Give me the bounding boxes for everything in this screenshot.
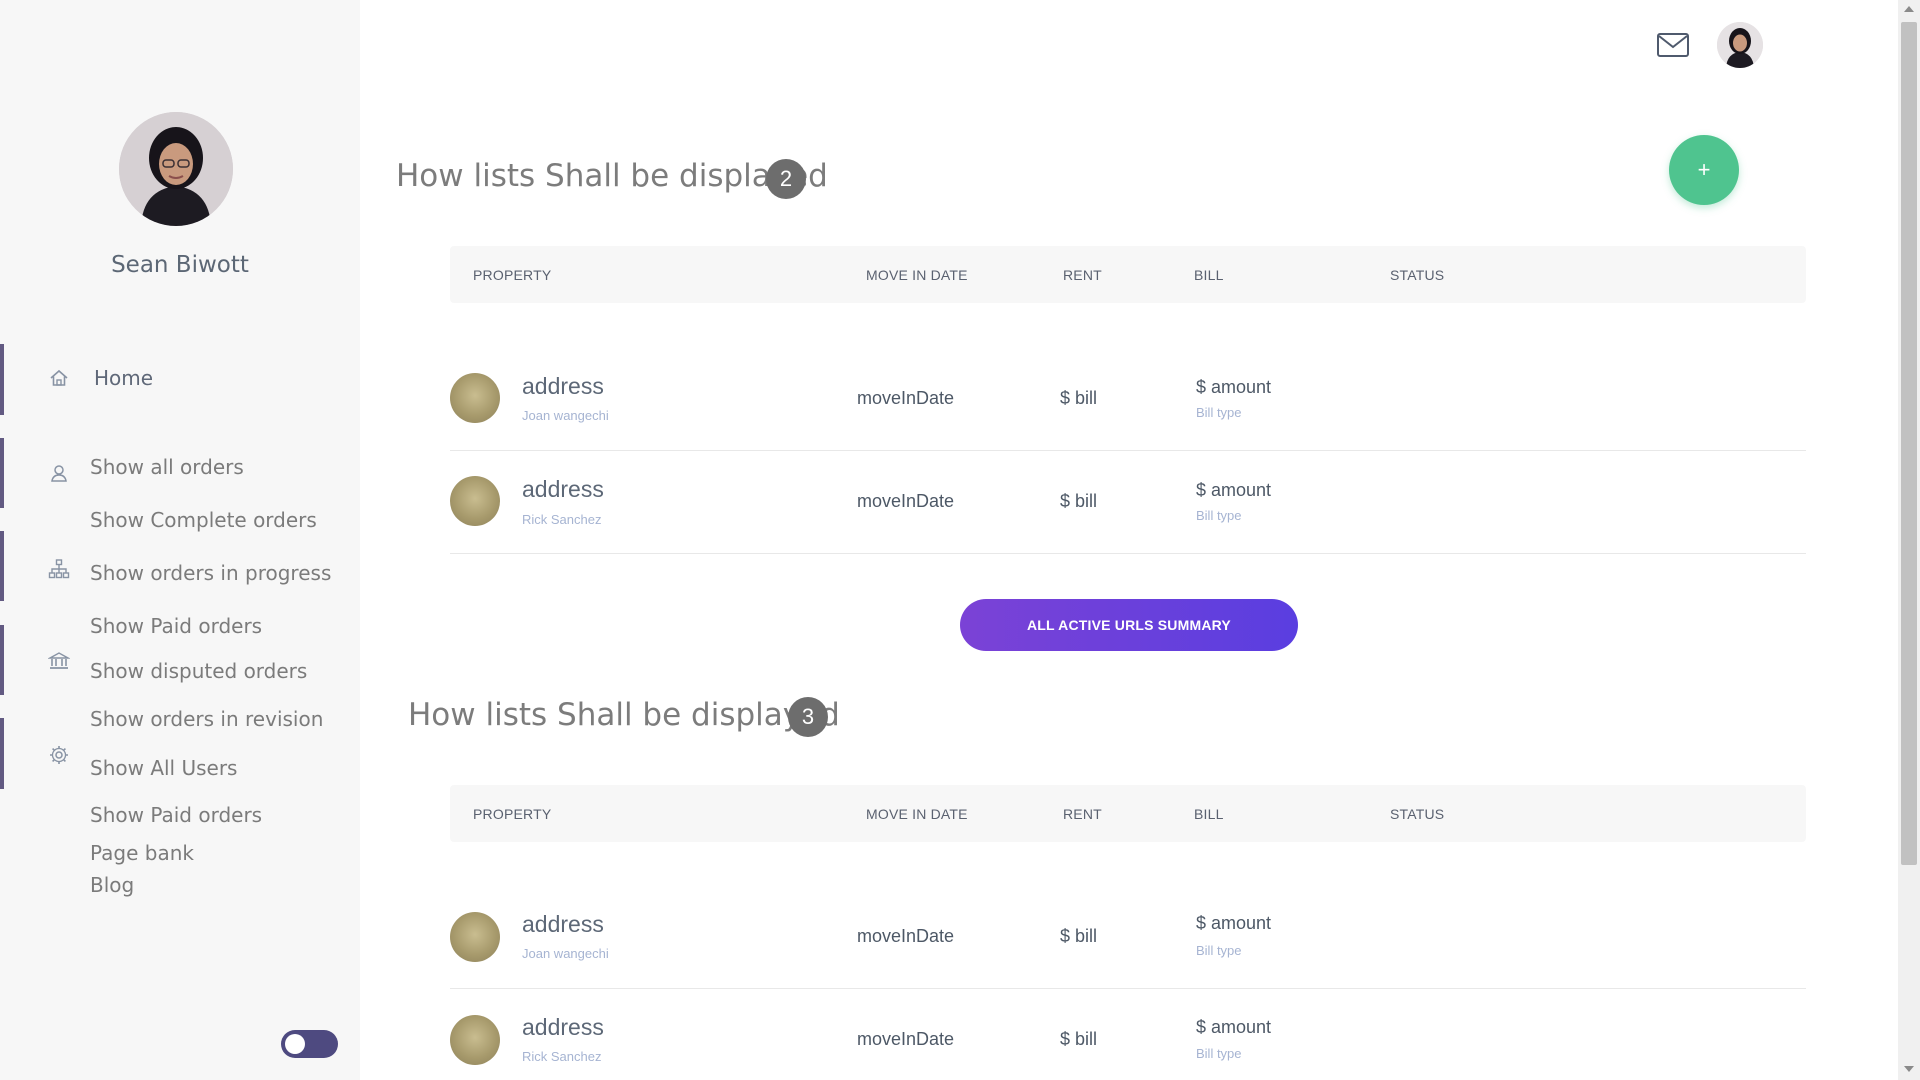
- property-thumbnail: [450, 912, 500, 962]
- row-rent: $ bill: [1060, 926, 1098, 946]
- table-header: PROPERTY MOVE IN DATE RENT BILL STATUS: [450, 246, 1806, 303]
- column-header-move-in-date[interactable]: MOVE IN DATE: [866, 267, 968, 283]
- table-row[interactable]: address Joan wangechi moveInDate $ bill …: [450, 348, 1806, 451]
- row-tenant: Rick Sanchez: [522, 1049, 602, 1064]
- count-badge: 3: [788, 697, 828, 737]
- column-header-bill[interactable]: BILL: [1194, 806, 1224, 822]
- add-button[interactable]: +: [1669, 135, 1739, 205]
- row-bill-type: Bill type: [1196, 943, 1242, 958]
- nav-show-complete-orders[interactable]: Show Complete orders: [90, 508, 317, 532]
- table-row[interactable]: address Rick Sanchez moveInDate $ bill $…: [450, 989, 1806, 1080]
- column-header-rent[interactable]: RENT: [1063, 267, 1102, 283]
- nav-show-orders-in-progress[interactable]: Show orders in progress: [90, 561, 331, 585]
- row-move-in-date: moveInDate: [857, 491, 955, 511]
- row-amount: $ amount: [1196, 377, 1272, 397]
- row-tenant: Joan wangechi: [522, 408, 609, 423]
- column-header-property[interactable]: PROPERTY: [473, 806, 551, 822]
- scroll-down-arrow-icon[interactable]: [1904, 1066, 1914, 1072]
- nav-group-indicator: [0, 625, 4, 695]
- column-header-property[interactable]: PROPERTY: [473, 267, 551, 283]
- table-header: PROPERTY MOVE IN DATE RENT BILL STATUS: [450, 785, 1806, 842]
- nav-page-bank[interactable]: Page bank: [90, 841, 194, 865]
- row-address: address: [522, 476, 604, 502]
- profile-avatar[interactable]: [119, 112, 233, 226]
- section-title: How lists Shall be displayed: [408, 697, 840, 733]
- row-rent: $ bill: [1060, 491, 1098, 511]
- column-header-status[interactable]: STATUS: [1390, 267, 1444, 283]
- nav-active-indicator: [0, 344, 4, 415]
- row-address: address: [522, 373, 604, 399]
- property-thumbnail: [450, 1015, 500, 1065]
- row-move-in-date: moveInDate: [857, 388, 955, 408]
- nav-group-indicator: [0, 438, 4, 508]
- row-address: address: [522, 1014, 604, 1040]
- gear-icon: [48, 744, 70, 766]
- row-bill-type: Bill type: [1196, 1046, 1242, 1061]
- nav-show-all-orders[interactable]: Show all orders: [90, 455, 244, 479]
- row-tenant: Rick Sanchez: [522, 512, 602, 527]
- row-rent: $ bill: [1060, 388, 1098, 408]
- sidebar: Sean Biwott Home Show all orders Show Co…: [0, 0, 360, 1080]
- column-header-status[interactable]: STATUS: [1390, 806, 1444, 822]
- row-tenant: Joan wangechi: [522, 946, 609, 961]
- profile-name: Sean Biwott: [111, 252, 249, 278]
- table-row[interactable]: address Joan wangechi moveInDate $ bill …: [450, 886, 1806, 989]
- nav-show-disputed-orders[interactable]: Show disputed orders: [90, 659, 307, 683]
- row-move-in-date: moveInDate: [857, 1029, 955, 1049]
- bank-icon: [47, 650, 71, 672]
- nav-home[interactable]: Home: [94, 366, 153, 390]
- nav-show-orders-in-revision[interactable]: Show orders in revision: [90, 707, 323, 731]
- user-icon: [48, 462, 70, 484]
- row-divider: [450, 553, 1806, 554]
- column-header-rent[interactable]: RENT: [1063, 806, 1102, 822]
- property-thumbnail: [450, 373, 500, 423]
- row-amount: $ amount: [1196, 1017, 1272, 1037]
- sitemap-icon: [48, 558, 70, 580]
- row-bill-type: Bill type: [1196, 405, 1242, 420]
- vertical-scrollbar[interactable]: [1898, 0, 1920, 1080]
- table-row[interactable]: address Rick Sanchez moveInDate $ bill $…: [450, 451, 1806, 554]
- row-move-in-date: moveInDate: [857, 926, 955, 946]
- nav-group-indicator: [0, 718, 4, 789]
- section-title: How lists Shall be displayed: [396, 158, 828, 194]
- toggle-knob: [285, 1034, 305, 1054]
- theme-toggle[interactable]: [281, 1030, 338, 1058]
- scroll-up-arrow-icon[interactable]: [1904, 6, 1914, 12]
- property-thumbnail: [450, 476, 500, 526]
- nav-show-paid-orders-2[interactable]: Show Paid orders: [90, 803, 262, 827]
- avatar[interactable]: [1717, 22, 1763, 68]
- nav-blog[interactable]: Blog: [90, 873, 134, 897]
- row-rent: $ bill: [1060, 1029, 1098, 1049]
- nav-show-paid-orders[interactable]: Show Paid orders: [90, 614, 262, 638]
- nav-show-all-users[interactable]: Show All Users: [90, 756, 237, 780]
- home-icon: [48, 367, 70, 389]
- row-address: address: [522, 911, 604, 937]
- row-amount: $ amount: [1196, 480, 1272, 500]
- column-header-bill[interactable]: BILL: [1194, 267, 1224, 283]
- count-badge: 2: [766, 159, 806, 199]
- nav-group-indicator: [0, 531, 4, 601]
- row-bill-type: Bill type: [1196, 508, 1242, 523]
- all-active-urls-summary-button[interactable]: ALL ACTIVE URLS SUMMARY: [960, 599, 1298, 651]
- row-amount: $ amount: [1196, 913, 1272, 933]
- mail-icon[interactable]: [1656, 31, 1690, 59]
- column-header-move-in-date[interactable]: MOVE IN DATE: [866, 806, 968, 822]
- scrollbar-thumb[interactable]: [1901, 22, 1917, 865]
